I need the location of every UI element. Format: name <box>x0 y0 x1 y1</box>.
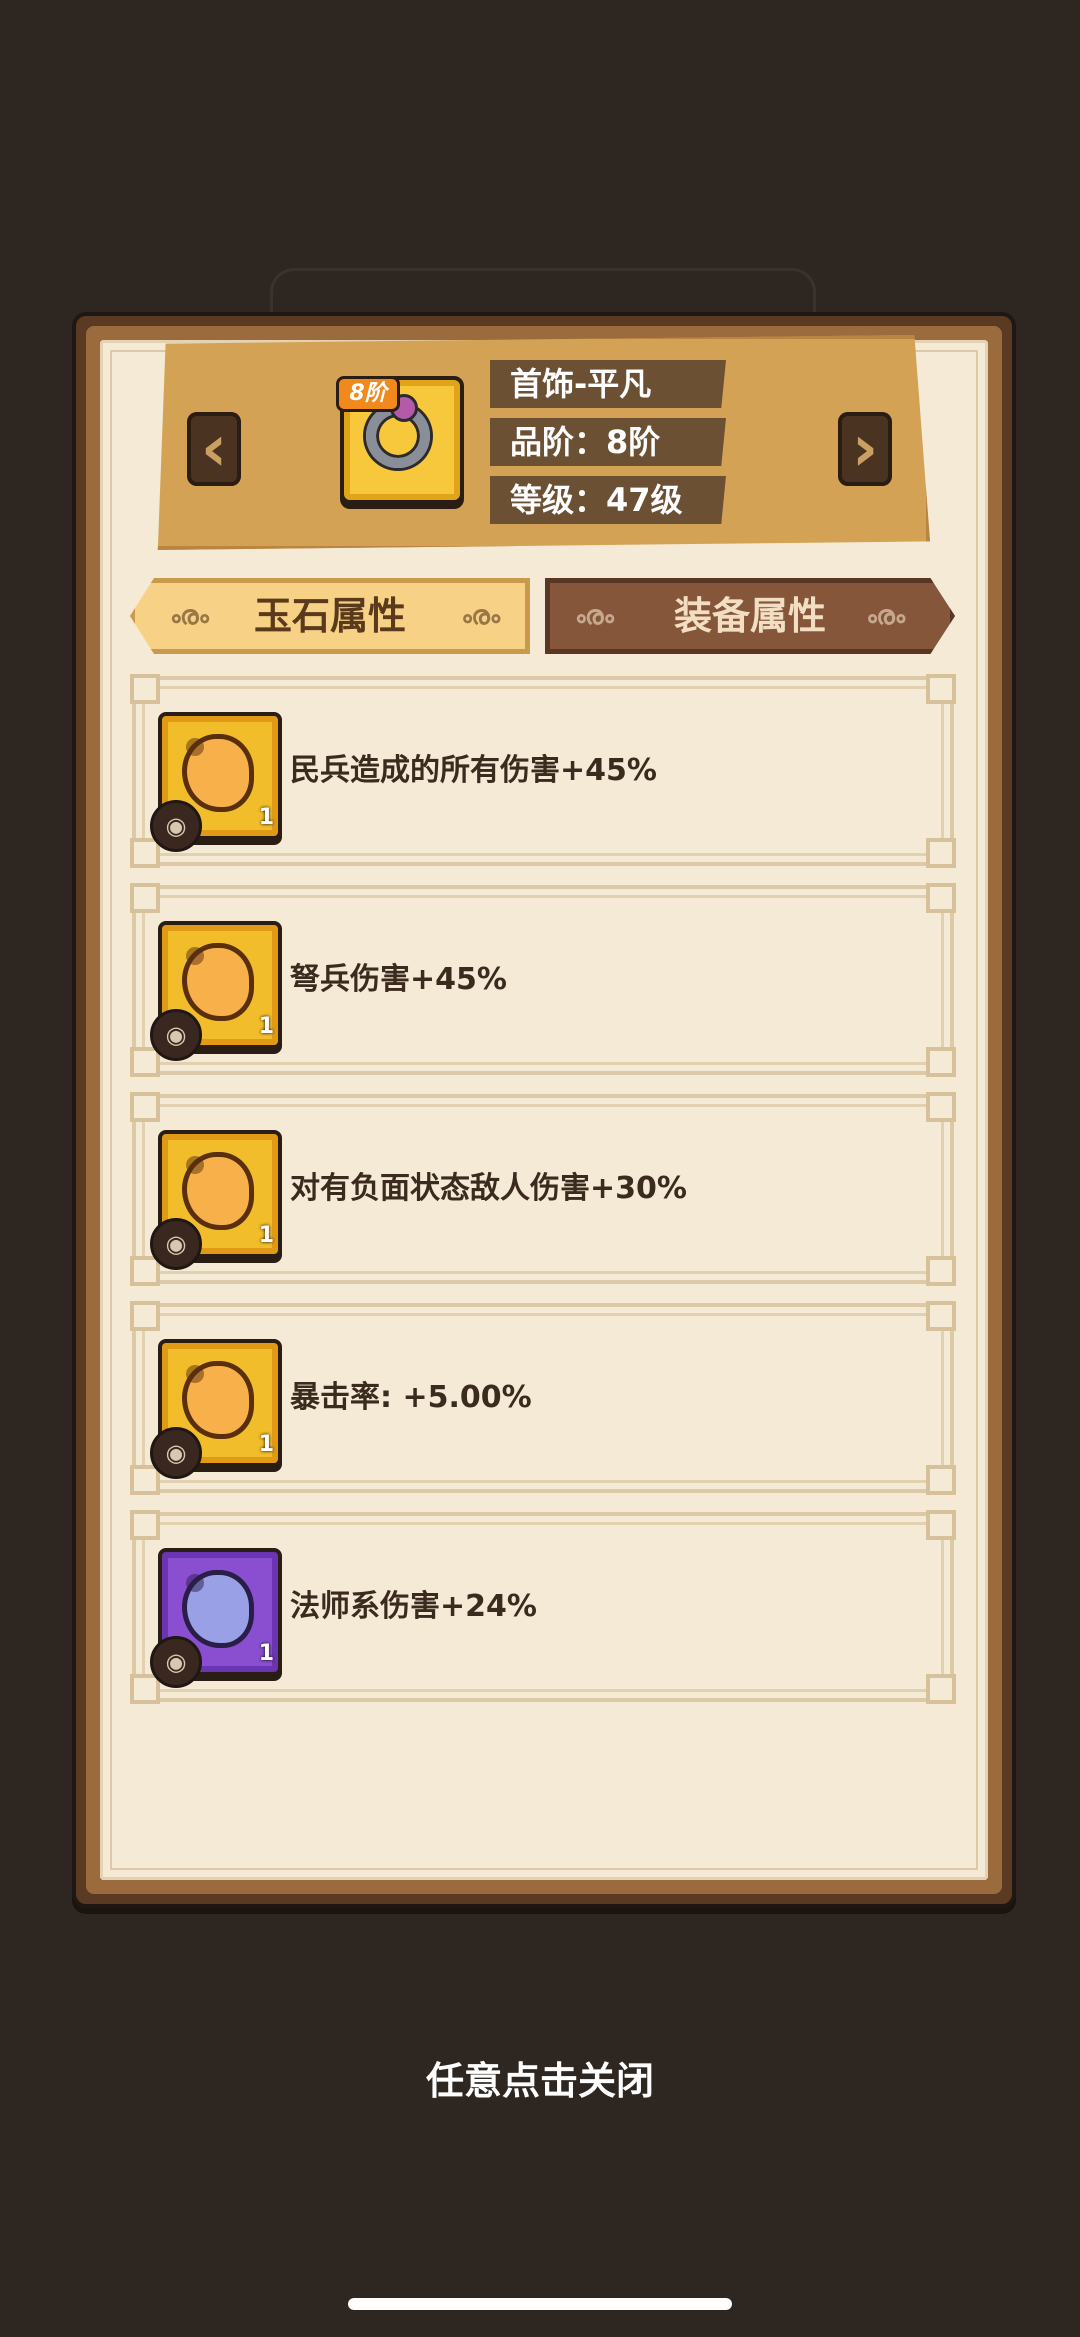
swirl-icon: ൟ <box>170 601 209 631</box>
lock-icon: ◉ <box>150 1218 202 1270</box>
tab-label: 玉石属性 <box>253 594 406 638</box>
next-item-button[interactable]: › <box>838 412 892 486</box>
jade-count: 1 <box>258 805 274 830</box>
home-indicator[interactable] <box>348 2298 732 2310</box>
chevron-left-icon: ‹ <box>200 412 228 486</box>
jade-icon[interactable]: 1 ◉ <box>150 1548 282 1688</box>
jade-icon[interactable]: 1 ◉ <box>150 1339 282 1479</box>
close-hint[interactable]: 任意点击关闭 <box>0 2050 1080 2105</box>
tab-equipment-attributes[interactable]: ൟ 装备属性 ൟ <box>545 578 955 654</box>
item-level: 等级：47级 <box>490 476 726 524</box>
prev-item-button[interactable]: ‹ <box>187 412 241 486</box>
list-item: 1 ◉ 弩兵伤害+45% <box>130 883 956 1077</box>
jade-count: 1 <box>258 1014 274 1039</box>
swirl-icon: ൟ <box>461 601 500 631</box>
item-quality: 品阶：8阶 <box>490 418 726 466</box>
jade-count: 1 <box>258 1641 274 1666</box>
jade-count: 1 <box>258 1432 274 1457</box>
item-name: 首饰-平凡 <box>490 360 726 408</box>
jade-icon[interactable]: 1 ◉ <box>150 921 282 1061</box>
lock-icon: ◉ <box>150 1009 202 1061</box>
jade-icon[interactable]: 1 ◉ <box>150 712 282 852</box>
attribute-text: 暴击率: +5.00% <box>290 1380 532 1415</box>
swirl-icon: ൟ <box>866 601 905 631</box>
attribute-text: 对有负面状态敌人伤害+30% <box>290 1171 687 1206</box>
lock-icon: ◉ <box>150 1636 202 1688</box>
list-item: 1 ◉ 对有负面状态敌人伤害+30% <box>130 1092 956 1286</box>
list-item: 1 ◉ 法师系伤害+24% <box>130 1510 956 1704</box>
tab-label: 装备属性 <box>673 594 826 638</box>
jade-icon[interactable]: 1 ◉ <box>150 1130 282 1270</box>
jade-count: 1 <box>258 1223 274 1248</box>
attribute-text: 民兵造成的所有伤害+45% <box>290 753 657 788</box>
swirl-icon: ൟ <box>575 601 614 631</box>
tier-badge: 8阶 <box>336 376 400 412</box>
tab-jade-attributes[interactable]: ൟ 玉石属性 ൟ <box>130 578 530 654</box>
lock-icon: ◉ <box>150 800 202 852</box>
lock-icon: ◉ <box>150 1427 202 1479</box>
list-item: 1 ◉ 民兵造成的所有伤害+45% <box>130 674 956 868</box>
chevron-right-icon: › <box>851 412 879 486</box>
attribute-text: 弩兵伤害+45% <box>290 962 507 997</box>
list-item: 1 ◉ 暴击率: +5.00% <box>130 1301 956 1495</box>
attribute-text: 法师系伤害+24% <box>290 1589 537 1624</box>
